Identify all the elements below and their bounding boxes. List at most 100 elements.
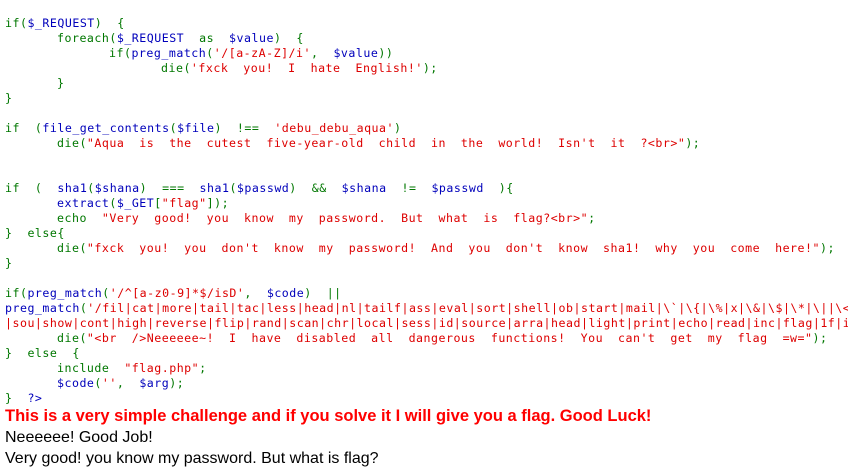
code-line: } else{ xyxy=(5,226,848,241)
code-token: ) === xyxy=(139,181,200,195)
code-token: '/[a-zA-Z]/i' xyxy=(213,46,311,60)
code-token: , xyxy=(311,46,334,60)
code-token: $code xyxy=(266,286,305,300)
code-line: if(preg_match('/[a-zA-Z]/i', $value)) xyxy=(5,46,848,61)
code-token: "fxck you! you don't know my password! A… xyxy=(86,241,820,255)
code-token: ( xyxy=(109,196,117,210)
code-token: 'debu_debu_aqua' xyxy=(274,121,394,135)
code-line: } ?> xyxy=(5,391,848,406)
code-token: , xyxy=(116,376,140,390)
code-token: $code xyxy=(57,376,95,390)
code-token: ( xyxy=(94,376,102,390)
code-token: ) || xyxy=(304,286,342,300)
code-token: $_GET xyxy=(116,196,155,210)
code-token: ) xyxy=(394,121,402,135)
code-token: 'fxck you! I hate English!' xyxy=(190,61,423,75)
code-line: die('fxck you! I hate English!'); xyxy=(5,61,848,76)
code-line: } else { xyxy=(5,346,848,361)
code-token: ]); xyxy=(206,196,230,210)
code-token: ); xyxy=(169,376,185,390)
code-token: if( xyxy=(5,16,28,30)
code-token: '/^[a-z0-9]*$/isD' xyxy=(109,286,245,300)
code-token: if( xyxy=(5,286,28,300)
code-token: "<br />Neeeeee~! I have disabled all dan… xyxy=(86,331,813,345)
code-token: } else{ xyxy=(5,226,65,240)
code-token: |sou|show|cont|high|reverse|flip|rand|sc… xyxy=(5,316,848,330)
code-line: if (file_get_contents($file) !== 'debu_d… xyxy=(5,121,848,136)
code-token: ( xyxy=(169,121,178,135)
code-token: "Very good! you know my password. But wh… xyxy=(101,211,589,225)
code-line: extract($_GET["flag"]); xyxy=(5,196,848,211)
code-token: , xyxy=(244,286,267,300)
code-line: if(preg_match('/^[a-z0-9]*$/isD', $code)… xyxy=(5,286,848,301)
code-token: die( xyxy=(57,136,87,150)
code-token: if ( xyxy=(5,181,58,195)
code-token: ) { xyxy=(273,31,304,45)
output-line-good-job: Neeeeee! Good Job! xyxy=(5,429,153,446)
code-line: echo "Very good! you know my password. B… xyxy=(5,211,848,226)
code-line: foreach($_REQUEST as $value) { xyxy=(5,31,848,46)
code-token: ); xyxy=(685,136,701,150)
code-token: ){ xyxy=(498,181,514,195)
code-token: foreach( xyxy=(57,31,117,45)
code-token: $passwd xyxy=(431,181,499,195)
code-line: if ( sha1($shana) === sha1($passwd) && $… xyxy=(5,181,848,196)
code-line: die("<br />Neeeeee~! I have disabled all… xyxy=(5,331,848,346)
code-line: include "flag.php"; xyxy=(5,361,848,376)
code-token: ( xyxy=(229,181,237,195)
code-token: echo xyxy=(57,211,102,225)
code-token: $_REQUEST xyxy=(27,16,95,30)
code-line: |sou|show|cont|high|reverse|flip|rand|sc… xyxy=(5,316,848,331)
code-token: die( xyxy=(57,241,87,255)
code-token: } xyxy=(5,256,13,270)
code-token: $value xyxy=(229,31,274,45)
code-token: [ xyxy=(154,196,162,210)
code-token: preg_match xyxy=(5,301,80,315)
code-token: } else { xyxy=(5,346,80,360)
code-token: ; xyxy=(588,211,596,225)
code-token: } xyxy=(5,91,13,105)
code-token: ); xyxy=(819,241,835,255)
code-token: $value xyxy=(333,46,379,60)
code-token: if ( xyxy=(5,121,43,135)
code-token: "flag" xyxy=(161,196,207,210)
code-token: '/fil|cat|more|tail|tac|less|head|nl|tai… xyxy=(87,301,848,315)
code-token: preg_match xyxy=(131,46,207,60)
code-token: } xyxy=(5,391,28,405)
page-output: This is a very simple challenge and if y… xyxy=(5,406,848,469)
code-line: preg_match('/fil|cat|more|tail|tac|less|… xyxy=(5,301,848,316)
php-source-code: if($_REQUEST) {foreach($_REQUEST as $val… xyxy=(5,16,848,406)
code-token: ?> xyxy=(27,391,43,405)
code-token: ( xyxy=(102,286,110,300)
code-token: if( xyxy=(109,46,132,60)
code-token: die( xyxy=(57,331,87,345)
code-token: ( xyxy=(206,46,214,60)
code-token: "Aqua is the cutest five-year-old child … xyxy=(86,136,686,150)
code-token: $shana xyxy=(94,181,140,195)
code-token: ) { xyxy=(94,16,125,30)
code-token: sha1 xyxy=(199,181,230,195)
code-token: $_REQUEST xyxy=(116,31,200,45)
output-line-password: Very good! you know my password. But wha… xyxy=(5,450,379,467)
code-token: $passwd xyxy=(236,181,290,195)
code-line: } xyxy=(5,76,848,91)
code-token: "flag.php" xyxy=(124,361,200,375)
code-line: } xyxy=(5,91,848,106)
code-token: $file xyxy=(177,121,215,135)
code-token: )) xyxy=(378,46,394,60)
code-token: extract xyxy=(57,196,110,210)
code-token: } xyxy=(57,76,65,90)
code-token: '' xyxy=(101,376,117,390)
code-token: ) !== xyxy=(214,121,275,135)
code-line: if($_REQUEST) { xyxy=(5,16,848,31)
code-line: die("fxck you! you don't know my passwor… xyxy=(5,241,848,256)
code-token: ) && xyxy=(289,181,342,195)
code-token: include xyxy=(57,361,125,375)
code-token: ( xyxy=(87,181,95,195)
code-line: die("Aqua is the cutest five-year-old ch… xyxy=(5,136,848,151)
code-token: preg_match xyxy=(27,286,103,300)
code-token: die( xyxy=(161,61,191,75)
code-token: $shana xyxy=(341,181,402,195)
